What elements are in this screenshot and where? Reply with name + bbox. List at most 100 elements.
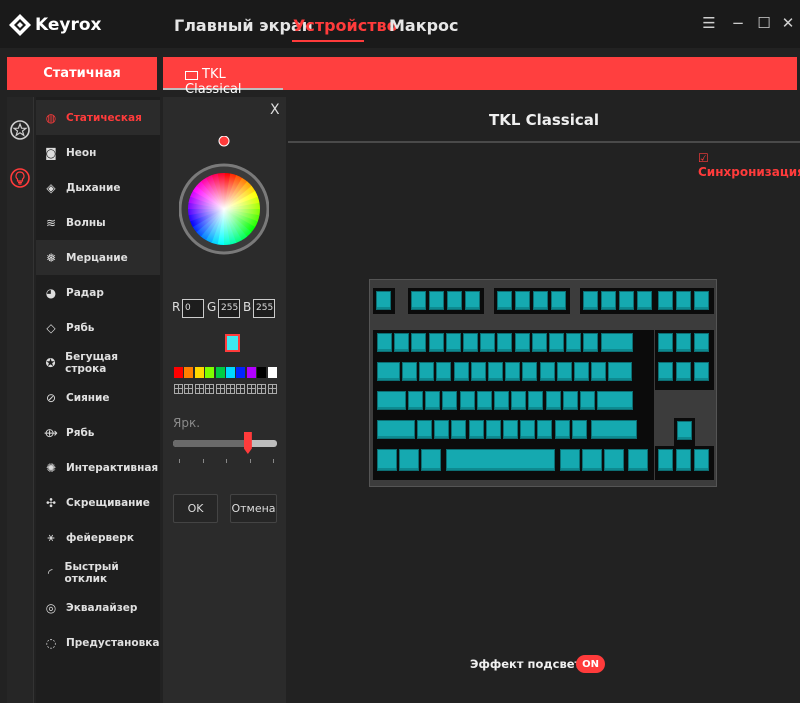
keyboard-preview[interactable] xyxy=(369,279,717,487)
g-input[interactable]: 255 xyxy=(218,299,240,318)
keyboard-key[interactable] xyxy=(377,420,415,439)
effect-item[interactable]: ◎ Эквалайзер xyxy=(36,590,160,625)
keyboard-key[interactable] xyxy=(465,291,480,310)
keyboard-key[interactable] xyxy=(580,391,595,410)
keyboard-key[interactable] xyxy=(628,449,648,471)
color-swatch[interactable] xyxy=(215,367,225,378)
keyboard-key[interactable] xyxy=(582,449,602,471)
color-swatch[interactable] xyxy=(257,367,267,378)
keyboard-key[interactable] xyxy=(377,362,400,381)
menu-icon[interactable]: ☰ xyxy=(700,14,718,32)
custom-color-slot[interactable] xyxy=(174,384,183,394)
keyboard-key[interactable] xyxy=(591,420,637,439)
keyboard-key[interactable] xyxy=(377,449,397,471)
keyboard-key[interactable] xyxy=(377,391,406,410)
keyboard-key[interactable] xyxy=(560,449,580,471)
keyboard-key[interactable] xyxy=(658,362,673,381)
keyboard-key[interactable] xyxy=(528,391,544,410)
effect-item[interactable]: ◈ Дыхание xyxy=(36,170,160,205)
brightness-slider[interactable] xyxy=(173,440,277,447)
keyboard-key[interactable] xyxy=(445,333,461,352)
keyboard-key[interactable] xyxy=(597,391,634,410)
keyboard-key[interactable] xyxy=(658,449,673,471)
keyboard-key[interactable] xyxy=(520,420,536,439)
keyboard-key[interactable] xyxy=(537,420,553,439)
keyboard-key[interactable] xyxy=(485,420,501,439)
keyboard-key[interactable] xyxy=(591,362,607,381)
keyboard-key[interactable] xyxy=(677,421,692,440)
keyboard-key[interactable] xyxy=(549,333,564,352)
keyboard-key[interactable] xyxy=(494,391,509,410)
keyboard-key[interactable] xyxy=(694,291,709,310)
keyboard-key[interactable] xyxy=(676,362,691,381)
keyboard-key[interactable] xyxy=(421,449,441,471)
keyboard-key[interactable] xyxy=(515,291,530,310)
effect-item[interactable]: ◕ Радар xyxy=(36,275,160,310)
color-swatch[interactable] xyxy=(205,367,215,378)
star-profile-icon[interactable] xyxy=(9,119,31,141)
keyboard-key[interactable] xyxy=(463,333,478,352)
keyboard-key[interactable] xyxy=(676,333,691,352)
keyboard-key[interactable] xyxy=(425,391,441,410)
effect-item[interactable]: ✺ Интерактивная xyxy=(36,450,160,485)
effect-item[interactable]: ✪ Бегущая строка xyxy=(36,345,160,380)
keyboard-key[interactable] xyxy=(571,420,587,439)
effect-item[interactable]: ⚹ фейерверк xyxy=(36,520,160,555)
keyboard-key[interactable] xyxy=(411,291,426,310)
color-swatch[interactable] xyxy=(226,367,235,378)
keyboard-key[interactable] xyxy=(468,420,484,439)
keyboard-key[interactable] xyxy=(476,391,492,410)
color-panel-close-icon[interactable]: X xyxy=(270,102,280,118)
keyboard-key[interactable] xyxy=(676,291,691,310)
keyboard-key[interactable] xyxy=(694,362,709,381)
keyboard-key[interactable] xyxy=(411,333,427,352)
keyboard-key[interactable] xyxy=(539,362,555,381)
keyboard-key[interactable] xyxy=(429,291,444,310)
keyboard-key[interactable] xyxy=(601,291,616,310)
color-swatch[interactable] xyxy=(174,367,183,378)
effect-item[interactable]: ≋ Волны xyxy=(36,205,160,240)
keyboard-key[interactable] xyxy=(459,391,475,410)
color-swatch[interactable] xyxy=(267,367,277,378)
effect-item[interactable]: ◙ Неон xyxy=(36,135,160,170)
effect-item[interactable]: ⊘ Сияние xyxy=(36,380,160,415)
keyboard-key[interactable] xyxy=(377,333,392,352)
custom-color-slot[interactable] xyxy=(257,384,267,394)
keyboard-key[interactable] xyxy=(545,391,561,410)
keyboard-key[interactable] xyxy=(447,291,462,310)
keyboard-key[interactable] xyxy=(497,333,513,352)
lighting-toggle[interactable]: ON xyxy=(576,655,605,673)
color-wheel[interactable] xyxy=(179,136,269,282)
keyboard-key[interactable] xyxy=(556,362,572,381)
keyboard-key[interactable] xyxy=(514,333,530,352)
custom-color-slot[interactable] xyxy=(215,384,225,394)
keyboard-key[interactable] xyxy=(497,291,512,310)
keyboard-key[interactable] xyxy=(394,333,410,352)
lightbulb-icon[interactable] xyxy=(9,167,31,189)
keyboard-key[interactable] xyxy=(446,449,555,471)
cancel-button[interactable]: Отмена xyxy=(230,494,277,523)
nav-macro-tab[interactable]: Макрос xyxy=(389,16,459,35)
custom-color-slot[interactable] xyxy=(246,384,256,394)
keyboard-key[interactable] xyxy=(436,362,452,381)
keyboard-key[interactable] xyxy=(533,291,548,310)
keyboard-key[interactable] xyxy=(470,362,486,381)
minimize-icon[interactable]: − xyxy=(729,14,747,32)
keyboard-key[interactable] xyxy=(676,449,691,471)
effect-item[interactable]: ❅ Мерцание xyxy=(36,240,160,275)
keyboard-key[interactable] xyxy=(511,391,527,410)
custom-color-slot[interactable] xyxy=(267,384,277,394)
keyboard-key[interactable] xyxy=(402,362,417,381)
keyboard-key[interactable] xyxy=(583,291,598,310)
nav-device-tab[interactable]: Устройство xyxy=(293,16,398,35)
r-input[interactable]: 0 xyxy=(182,299,204,318)
device-tab[interactable]: TKL Classical xyxy=(163,61,283,97)
keyboard-key[interactable] xyxy=(531,333,547,352)
custom-color-slot[interactable] xyxy=(236,384,246,394)
keyboard-key[interactable] xyxy=(522,362,538,381)
ok-button[interactable]: OK xyxy=(173,494,218,523)
custom-color-slot[interactable] xyxy=(184,384,194,394)
keyboard-key[interactable] xyxy=(505,362,521,381)
keyboard-key[interactable] xyxy=(637,291,652,310)
keyboard-key[interactable] xyxy=(694,449,709,471)
